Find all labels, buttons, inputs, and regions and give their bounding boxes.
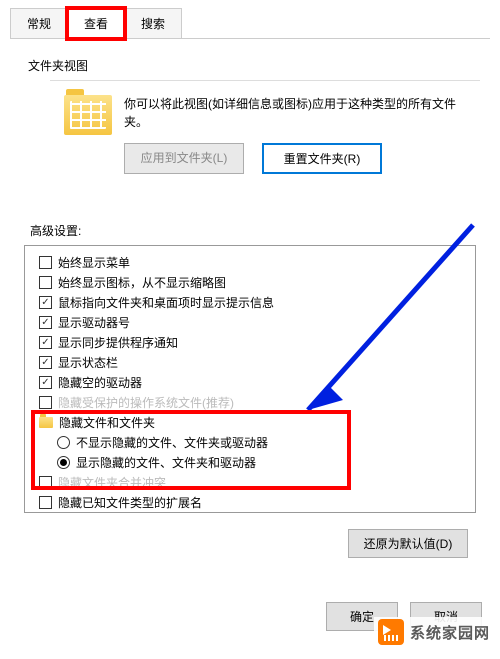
checkbox-icon [39,496,52,509]
radio-icon [57,436,70,449]
opt-radio-hide[interactable]: 不显示隐藏的文件、文件夹或驱动器 [57,432,475,452]
opt-always-show-icons[interactable]: 始终显示图标，从不显示缩略图 [39,272,475,292]
opt-color-compressed[interactable]: 用彩色显示加密或压缩的 NTFS 文件 [39,512,475,513]
folder-icon [64,95,112,135]
radio-icon [57,456,70,469]
tab-general[interactable]: 常规 [10,8,68,38]
opt-radio-show[interactable]: 显示隐藏的文件、文件夹和驱动器 [57,452,475,472]
folder-options-dialog: 常规 查看 搜索 文件夹视图 你可以将此视图(如详细信息或图标)应用于这种类型的… [0,0,500,558]
tab-search[interactable]: 搜索 [124,8,182,38]
advanced-settings-label: 高级设置: [30,222,490,239]
checkbox-icon [39,296,52,309]
watermark: 系统家园网 [374,617,494,647]
checkbox-icon [39,336,52,349]
opt-hide-protected[interactable]: 隐藏受保护的操作系统文件(推荐) [39,392,475,412]
restore-defaults-button[interactable]: 还原为默认值(D) [348,529,468,558]
apply-to-folders-button[interactable]: 应用到文件夹(L) [124,143,244,174]
opt-pointer-tips[interactable]: 鼠标指向文件夹和桌面项时显示提示信息 [39,292,475,312]
opt-always-show-menu[interactable]: 始终显示菜单 [39,252,475,272]
checkbox-icon [39,256,52,269]
folder-view-label: 文件夹视图 [28,57,490,74]
checkbox-icon [39,396,52,409]
folder-view-box: 你可以将此视图(如详细信息或图标)应用于这种类型的所有文件夹。 应用到文件夹(L… [50,80,480,188]
checkbox-icon [39,276,52,289]
opt-hidden-group: 隐藏文件和文件夹 [39,412,475,432]
opt-show-sync-notify[interactable]: 显示同步提供程序通知 [39,332,475,352]
watermark-logo-icon [378,619,404,645]
opt-show-status-bar[interactable]: 显示状态栏 [39,352,475,372]
opt-show-drive-letters[interactable]: 显示驱动器号 [39,312,475,332]
checkbox-icon [39,476,52,489]
opt-hide-extensions[interactable]: 隐藏已知文件类型的扩展名 [39,492,475,512]
checkbox-icon [39,356,52,369]
checkbox-icon [39,316,52,329]
watermark-text: 系统家园网 [410,622,490,643]
folder-view-desc: 你可以将此视图(如详细信息或图标)应用于这种类型的所有文件夹。 [124,95,466,131]
folder-icon [39,417,53,428]
tab-strip: 常规 查看 搜索 [10,8,490,39]
opt-hide-merge-conflict[interactable]: 隐藏文件夹合并冲突 [39,472,475,492]
tab-view[interactable]: 查看 [67,8,125,39]
checkbox-icon [39,376,52,389]
opt-hide-empty-drives[interactable]: 隐藏空的驱动器 [39,372,475,392]
reset-folders-button[interactable]: 重置文件夹(R) [262,143,382,174]
advanced-settings-box[interactable]: 始终显示菜单 始终显示图标，从不显示缩略图 鼠标指向文件夹和桌面项时显示提示信息… [24,245,476,513]
